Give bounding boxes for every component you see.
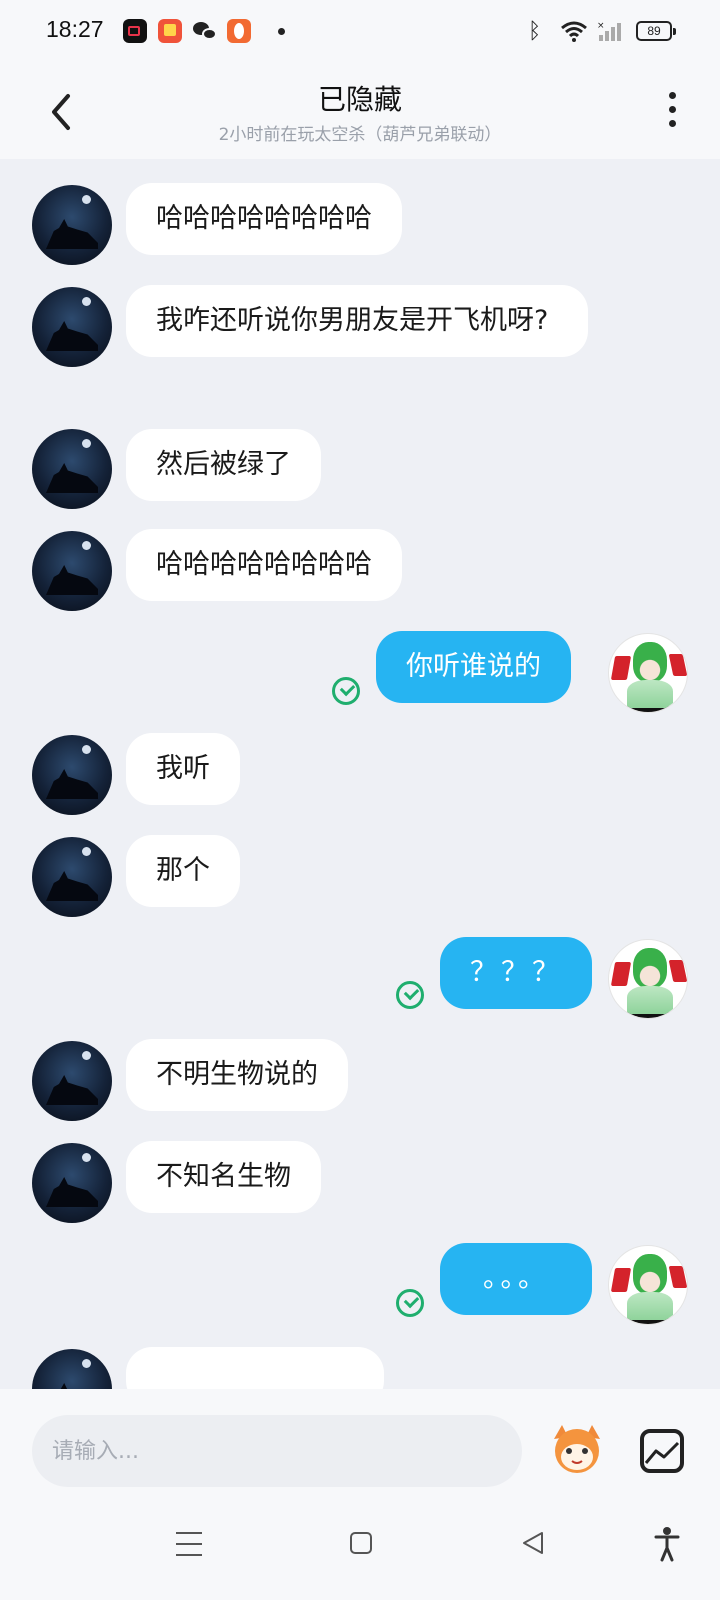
avatar[interactable] [608, 1245, 688, 1325]
message-bubble[interactable]: 我听 [126, 733, 240, 805]
avatar[interactable] [32, 185, 112, 265]
avatar[interactable] [32, 1143, 112, 1223]
screen-record-icon [123, 19, 147, 43]
accessibility-icon[interactable] [654, 1526, 680, 1562]
emoji-sticker-icon[interactable] [548, 1419, 606, 1477]
more-notifications-dot [278, 28, 285, 35]
message-bubble[interactable]: 不知名生物 [126, 1141, 321, 1213]
svg-text:×: × [597, 21, 605, 31]
avatar[interactable] [608, 633, 688, 713]
message-input[interactable] [32, 1415, 522, 1487]
avatar[interactable] [32, 837, 112, 917]
app-notification-icon [227, 19, 251, 43]
message-bubble[interactable]: 。。。 [440, 1243, 592, 1315]
signal-icon: × [597, 21, 621, 41]
message-bubble[interactable]: 哈哈哈哈哈哈哈哈 [126, 183, 402, 255]
read-check-icon [396, 981, 424, 1009]
more-vertical-icon[interactable] [664, 92, 680, 132]
chat-header: 已隐藏 2小时前在玩太空杀（葫芦兄弟联动） [0, 64, 720, 159]
message-bubble[interactable]: 那个 [126, 835, 240, 907]
message-bubble[interactable]: 然后被绿了 [126, 429, 321, 501]
status-bar: 18:27 ᛒ × 89 [0, 0, 720, 64]
avatar[interactable] [32, 735, 112, 815]
message-bubble[interactable]: ？？？ [440, 937, 592, 1009]
message-list[interactable]: 哈哈哈哈哈哈哈哈 我咋还听说你男朋友是开飞机呀? 然后被绿了 哈哈哈哈哈哈哈哈 … [0, 159, 720, 1389]
image-icon[interactable] [640, 1429, 684, 1473]
recent-apps-icon[interactable] [176, 1532, 202, 1556]
message-bubble[interactable]: 你听谁说的 [376, 631, 571, 703]
message-bubble-partial[interactable] [126, 1347, 384, 1389]
message-bubble[interactable]: 不明生物说的 [126, 1039, 348, 1111]
status-time: 18:27 [46, 16, 104, 42]
read-check-icon [332, 677, 360, 705]
back-triangle-icon[interactable] [520, 1530, 546, 1556]
avatar[interactable] [608, 939, 688, 1019]
message-bubble[interactable]: 我咋还听说你男朋友是开飞机呀? [126, 285, 588, 357]
avatar[interactable] [32, 531, 112, 611]
message-bubble[interactable]: 哈哈哈哈哈哈哈哈 [126, 529, 402, 601]
page-title[interactable]: 已隐藏 [0, 78, 720, 118]
avatar[interactable] [32, 1041, 112, 1121]
battery-indicator: 89 [636, 21, 676, 41]
status-subtitle: 2小时前在玩太空杀（葫芦兄弟联动） [218, 125, 502, 145]
read-check-icon [396, 1289, 424, 1317]
avatar[interactable] [32, 429, 112, 509]
avatar[interactable] [32, 1349, 112, 1389]
system-nav-bar [0, 1500, 720, 1600]
bluetooth-icon: ᛒ [528, 19, 542, 44]
wechat-icon [193, 19, 217, 43]
home-icon[interactable] [350, 1532, 372, 1554]
app-notification-icon [158, 19, 182, 43]
wifi-icon [561, 21, 587, 42]
avatar[interactable] [32, 287, 112, 367]
input-bar [0, 1389, 720, 1500]
